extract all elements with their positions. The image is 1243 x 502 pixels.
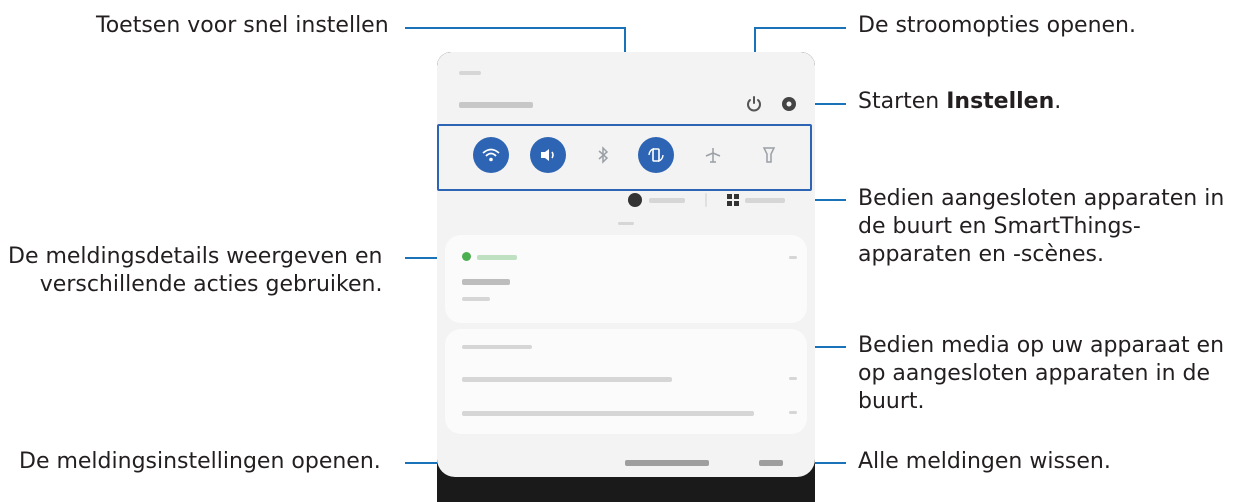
leader-power-h [754, 27, 846, 29]
callout-clear-all: Alle meldingen wissen. [858, 448, 1111, 476]
divider [705, 193, 707, 207]
silent-notifications-card[interactable] [445, 329, 807, 434]
clear-button[interactable] [759, 460, 783, 466]
callout-power-options-text: De stroomopties openen. [858, 13, 1136, 38]
callout-media-line2: op aangesloten apparaten in de [858, 361, 1211, 386]
callout-power-options: De stroomopties openen. [858, 12, 1136, 40]
leader-quick-settings-h [405, 27, 626, 29]
notification-row-2-chevron[interactable] [789, 411, 797, 414]
callout-devices-line3: apparaten en -scènes. [858, 242, 1104, 267]
callout-settings-prefix: Starten [858, 89, 947, 114]
section-header [462, 345, 532, 349]
media-icon[interactable] [628, 193, 642, 207]
app-icon [462, 252, 471, 261]
callout-settings: Starten Instellen. [858, 88, 1061, 116]
flashlight-icon[interactable] [751, 137, 787, 173]
callout-settings-bold: Instellen [946, 89, 1055, 114]
expand-chevron[interactable] [789, 256, 797, 259]
speaker-icon[interactable] [530, 137, 566, 173]
devices-label[interactable] [745, 198, 785, 203]
bluetooth-icon[interactable] [585, 137, 621, 173]
callout-clear-all-text: Alle meldingen wissen. [858, 449, 1111, 474]
media-label[interactable] [649, 198, 685, 203]
callout-media-line1: Bedien media op uw apparaat en [858, 333, 1225, 358]
devices-icon[interactable] [727, 194, 739, 206]
notification-title [462, 279, 510, 285]
callout-settings-suffix: . [1054, 89, 1062, 114]
gear-icon[interactable] [780, 95, 798, 113]
notification-panel [437, 52, 815, 477]
date-label [459, 102, 533, 108]
callout-media-line3: buurt. [858, 389, 925, 414]
callout-quick-settings-text: Toetsen voor snel instellen [96, 13, 389, 38]
callout-notification-details: De meldingsdetails weergeven en verschil… [8, 243, 382, 299]
airplane-icon[interactable] [695, 137, 731, 173]
notification-body [462, 297, 490, 301]
callout-devices-line2: de buurt en SmartThings- [858, 214, 1141, 239]
callout-quick-settings: Toetsen voor snel instellen [96, 12, 389, 40]
callout-media: Bedien media op uw apparaat en op aanges… [858, 332, 1224, 416]
notification-row-1-chevron[interactable] [789, 377, 797, 380]
notification-row-1[interactable] [462, 377, 672, 382]
app-name [477, 255, 517, 260]
callout-notification-settings: De meldingsinstellingen openen. [19, 448, 381, 476]
callout-devices: Bedien aangesloten apparaten in de buurt… [858, 185, 1224, 269]
handle[interactable] [618, 222, 634, 225]
power-icon[interactable] [745, 95, 763, 113]
notification-row-2[interactable] [462, 411, 754, 416]
callout-devices-line1: Bedien aangesloten apparaten in [858, 186, 1225, 211]
callout-notification-details-line1: De meldingsdetails weergeven en [8, 244, 383, 269]
rotate-icon[interactable] [638, 137, 674, 173]
notification-settings-button[interactable] [625, 460, 709, 466]
wifi-icon[interactable] [473, 137, 509, 173]
callout-notification-details-line2: verschillende acties gebruiken. [39, 272, 383, 297]
notification-card[interactable] [445, 235, 807, 323]
phone-screen [437, 52, 815, 502]
status-time [459, 71, 481, 75]
callout-notification-settings-text: De meldingsinstellingen openen. [19, 449, 381, 474]
